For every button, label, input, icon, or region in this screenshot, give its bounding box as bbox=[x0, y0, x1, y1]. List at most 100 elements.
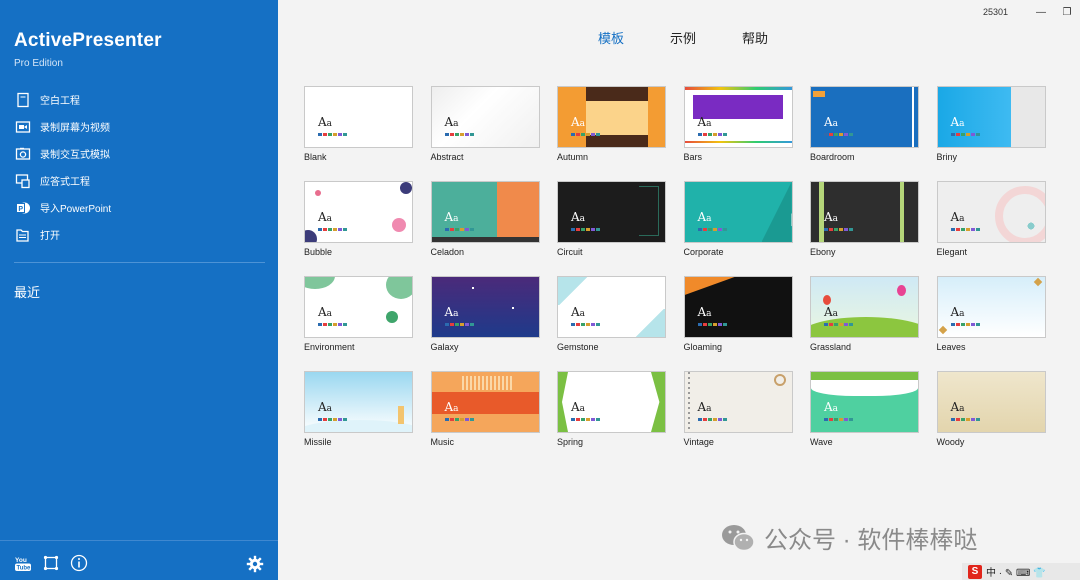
template-card[interactable]: Aa Gloaming bbox=[683, 276, 793, 354]
blank-project-icon bbox=[14, 91, 32, 109]
template-thumbnail[interactable]: Aa bbox=[683, 181, 793, 243]
template-thumbnail[interactable]: Aa bbox=[810, 86, 919, 148]
color-swatches bbox=[571, 133, 600, 136]
template-card[interactable]: Aa Vintage bbox=[683, 371, 793, 449]
template-thumbnail[interactable]: Aa bbox=[683, 371, 793, 433]
sample-text: Aa bbox=[571, 305, 586, 319]
template-thumbnail[interactable]: Aa bbox=[430, 276, 540, 338]
sample-text: Aa bbox=[318, 115, 333, 129]
color-swatches bbox=[318, 133, 347, 136]
color-swatches bbox=[444, 228, 474, 231]
template-card[interactable]: Aa Celadon bbox=[430, 181, 540, 259]
color-swatches bbox=[444, 323, 474, 326]
restore-button[interactable]: ❐ bbox=[1054, 7, 1080, 18]
recent-heading: 最近 bbox=[14, 285, 41, 300]
template-name: Wave bbox=[810, 437, 833, 447]
template-thumbnail[interactable]: Aa bbox=[557, 86, 666, 148]
template-card[interactable]: Aa Autumn bbox=[557, 86, 666, 164]
tab-help[interactable]: 帮助 bbox=[742, 28, 768, 47]
template-card[interactable]: Aa Bubble bbox=[304, 181, 413, 259]
template-name: Bubble bbox=[304, 247, 333, 257]
sample-text: Aa bbox=[697, 400, 712, 414]
template-card[interactable]: Aa Leaves bbox=[936, 276, 1046, 354]
template-card[interactable]: Aa Missile bbox=[304, 371, 413, 449]
template-card[interactable]: Aa Boardroom bbox=[810, 86, 919, 164]
template-card[interactable]: Aa Blank bbox=[304, 86, 413, 164]
template-thumbnail[interactable]: Aa bbox=[557, 181, 666, 243]
sample-text: Aa bbox=[571, 115, 586, 129]
template-name: Missile bbox=[304, 437, 332, 447]
screen-frame-icon[interactable] bbox=[42, 554, 60, 572]
menu-item-blank-project[interactable]: 空白工程 bbox=[14, 86, 264, 113]
template-thumbnail[interactable]: Aa bbox=[557, 371, 666, 433]
template-thumbnail[interactable]: Aa bbox=[430, 86, 540, 148]
template-thumbnail[interactable]: Aa bbox=[936, 371, 1046, 433]
template-thumbnail[interactable]: Aa bbox=[810, 181, 919, 243]
template-thumbnail[interactable]: Aa bbox=[430, 181, 540, 243]
sample-text: Aa bbox=[571, 400, 586, 414]
template-thumbnail[interactable]: Aa bbox=[683, 276, 793, 338]
template-card[interactable]: Aa Music bbox=[430, 371, 540, 449]
camera-icon bbox=[14, 145, 32, 163]
template-thumbnail[interactable]: Aa bbox=[430, 371, 540, 433]
watermark: 公众号 · 软件棒棒哒 bbox=[720, 520, 977, 555]
template-thumbnail[interactable]: Aa bbox=[557, 276, 666, 338]
color-swatches bbox=[318, 418, 347, 421]
sample-text: Aa bbox=[444, 210, 459, 224]
template-card[interactable]: Aa Elegant bbox=[936, 181, 1046, 259]
record-video-icon bbox=[14, 118, 32, 136]
template-thumbnail[interactable]: Aa bbox=[810, 371, 919, 433]
template-thumbnail[interactable]: Aa bbox=[304, 181, 413, 243]
template-card[interactable]: Aa Gemstone bbox=[557, 276, 666, 354]
template-card[interactable]: Aa Abstract bbox=[430, 86, 540, 164]
menu-label: 应答式工程 bbox=[40, 177, 90, 188]
template-name: Blank bbox=[304, 152, 327, 162]
template-card[interactable]: Aa Spring bbox=[557, 371, 666, 449]
tab-templates[interactable]: 模板 bbox=[598, 28, 624, 47]
template-name: Vintage bbox=[683, 437, 714, 447]
template-card[interactable]: Aa Bars bbox=[683, 86, 793, 164]
template-card[interactable]: Aa Briny bbox=[936, 86, 1046, 164]
template-thumbnail[interactable]: Aa bbox=[304, 86, 413, 148]
template-name: Corporate bbox=[683, 247, 724, 257]
template-card[interactable]: Aa Grassland bbox=[810, 276, 919, 354]
menu-label: 录制交互式模拟 bbox=[40, 150, 110, 161]
template-name: Celadon bbox=[430, 247, 465, 257]
template-thumbnail[interactable]: Aa bbox=[936, 276, 1046, 338]
template-thumbnail[interactable]: Aa bbox=[936, 181, 1046, 243]
template-card[interactable]: Aa Environment bbox=[304, 276, 413, 354]
sample-text: Aa bbox=[571, 210, 586, 224]
template-thumbnail[interactable]: Aa bbox=[304, 371, 413, 433]
menu-item-record-simulation[interactable]: 录制交互式模拟 bbox=[14, 140, 264, 167]
tab-examples[interactable]: 示例 bbox=[670, 28, 696, 47]
gear-icon[interactable] bbox=[246, 555, 264, 573]
color-swatches bbox=[571, 323, 600, 326]
sogou-ime-icon[interactable]: S bbox=[968, 564, 982, 579]
template-name: Abstract bbox=[430, 152, 464, 162]
template-card[interactable]: Aa Woody bbox=[936, 371, 1046, 449]
youtube-icon[interactable]: You Tube bbox=[14, 554, 32, 572]
template-card[interactable]: Aa Galaxy bbox=[430, 276, 540, 354]
menu-item-open[interactable]: 打开 bbox=[14, 221, 264, 248]
menu-item-import-powerpoint[interactable]: P 导入PowerPoint bbox=[14, 194, 264, 221]
template-thumbnail[interactable]: Aa bbox=[304, 276, 413, 338]
info-icon[interactable] bbox=[70, 554, 88, 572]
template-thumbnail[interactable]: Aa bbox=[936, 86, 1046, 148]
template-card[interactable]: Aa Circuit bbox=[557, 181, 666, 259]
minimize-button[interactable]: — bbox=[1028, 7, 1054, 18]
sample-text: Aa bbox=[950, 305, 965, 319]
color-swatches bbox=[697, 228, 727, 231]
sample-text: Aa bbox=[697, 305, 712, 319]
template-thumbnail[interactable]: Aa bbox=[683, 86, 793, 148]
template-name: Galaxy bbox=[430, 342, 459, 352]
template-card[interactable]: Aa Wave bbox=[810, 371, 919, 449]
menu-item-responsive-project[interactable]: 应答式工程 bbox=[14, 167, 264, 194]
template-card[interactable]: Aa Ebony bbox=[810, 181, 919, 259]
template-thumbnail[interactable]: Aa bbox=[810, 276, 919, 338]
sample-text: Aa bbox=[950, 400, 965, 414]
menu-item-record-video[interactable]: 录制屏幕为视频 bbox=[14, 113, 264, 140]
svg-text:Tube: Tube bbox=[17, 566, 32, 572]
app-title: ActivePresenter bbox=[14, 30, 162, 51]
color-swatches bbox=[824, 133, 853, 136]
template-card[interactable]: Aa Corporate bbox=[683, 181, 793, 259]
